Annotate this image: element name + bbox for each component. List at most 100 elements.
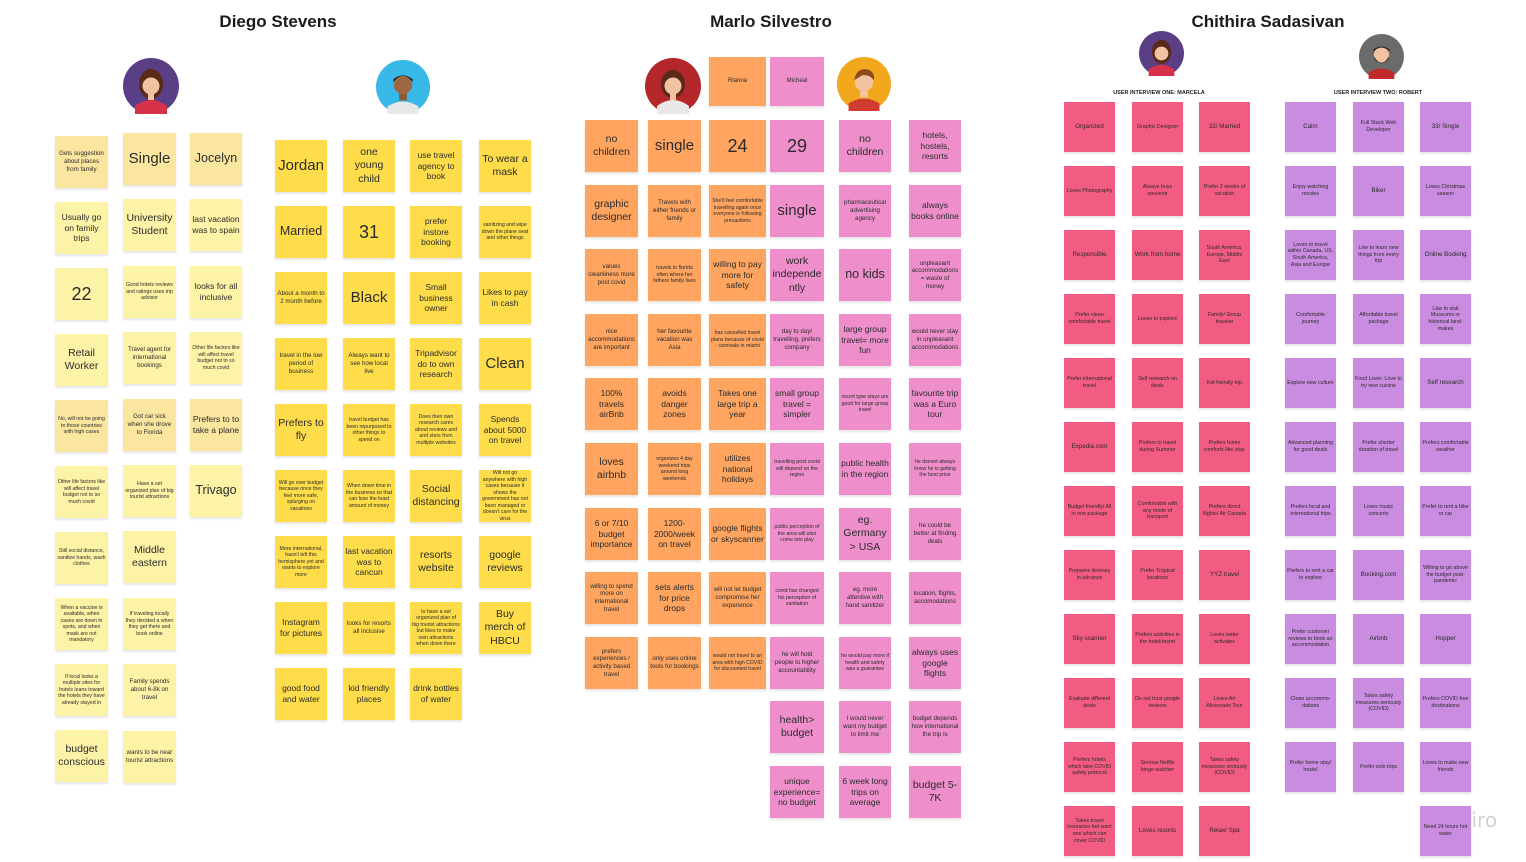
sticky-note[interactable]: Likes to pay in cash	[479, 272, 531, 324]
sticky-note[interactable]: large group travel= more fun	[839, 314, 891, 366]
sticky-note[interactable]: kid friendly places	[343, 668, 395, 720]
sticky-note[interactable]: Takes safety measures seriously (COVID)	[1353, 678, 1404, 728]
sticky-note[interactable]: Social distancing	[410, 470, 462, 522]
sticky-note[interactable]: favourite trip was a Euro tour	[909, 378, 961, 430]
sticky-note[interactable]: Prefers hotels which take COVID safety p…	[1064, 742, 1115, 792]
sticky-note[interactable]: More international, hasn't left this hem…	[275, 536, 327, 588]
sticky-note[interactable]: unpleasant accommodations = waste of mon…	[909, 249, 961, 301]
sticky-note[interactable]: her favourite vacation was Asia	[648, 314, 701, 366]
sticky-note[interactable]: willing to pay more for safety	[709, 249, 766, 301]
sticky-note[interactable]: Takes travel insurance but want one whic…	[1064, 806, 1115, 856]
sticky-note[interactable]: Prefers comfortable weather	[1420, 422, 1471, 472]
sticky-note[interactable]: day to day/ travelling, prefers company	[770, 314, 824, 366]
sticky-note[interactable]: resorts website	[410, 536, 462, 588]
sticky-note[interactable]: he will hold people to higher accountabi…	[770, 637, 824, 689]
sticky-note[interactable]: Instagram for pictures	[275, 602, 327, 654]
sticky-note[interactable]: good food and water	[275, 668, 327, 720]
sticky-note[interactable]: Always want to see how local live	[343, 338, 395, 390]
sticky-note[interactable]: Prefer customer reviews to book an accom…	[1285, 614, 1336, 664]
sticky-note[interactable]: Does their own research cares about revi…	[410, 404, 462, 456]
sticky-note[interactable]: 29	[770, 120, 824, 172]
sticky-note[interactable]: Responsible	[1064, 230, 1115, 280]
sticky-note[interactable]: If traveling locally they decided a when…	[123, 598, 176, 650]
sticky-note[interactable]: always books online	[909, 185, 961, 237]
sticky-note[interactable]: loves airbnb	[585, 443, 638, 495]
sticky-note[interactable]: last vacation was to spain	[190, 199, 242, 251]
sticky-note[interactable]: No, will not be going to those countries…	[55, 400, 108, 452]
sticky-note[interactable]: Tripadvisor do to own research	[410, 338, 462, 390]
sticky-note[interactable]: prefer instore booking	[410, 206, 462, 258]
sticky-note[interactable]: eg. Germany> USA	[839, 508, 891, 560]
sticky-note[interactable]: Loves to make new friends	[1420, 742, 1471, 792]
sticky-note[interactable]: location, flights, accomodations	[909, 572, 961, 624]
sticky-note[interactable]: Travel agent for international bookings	[123, 332, 176, 384]
sticky-note[interactable]: Black	[343, 272, 395, 324]
sticky-note[interactable]: Enjoy watching movies	[1285, 166, 1336, 216]
sticky-note[interactable]: no children	[585, 120, 638, 172]
sticky-note[interactable]: will not let budget compromise her exper…	[709, 572, 766, 624]
sticky-note[interactable]: Small business owner	[410, 272, 462, 324]
sticky-note[interactable]: South America, Europe, Middle East	[1199, 230, 1250, 280]
sticky-note[interactable]: Prefers direct flights/ Air Canada	[1199, 486, 1250, 536]
sticky-note[interactable]: travel budget has been repurposed to oth…	[343, 404, 395, 456]
sticky-note[interactable]: 32/ Married	[1199, 102, 1250, 152]
sticky-note[interactable]: would never stay in unpleasant accommoda…	[909, 314, 961, 366]
sticky-note[interactable]: travelling post covid will depend on the…	[770, 443, 824, 495]
sticky-note[interactable]: YYZ travel	[1199, 550, 1250, 600]
sticky-note[interactable]: Trivago	[190, 465, 242, 517]
sticky-note[interactable]: When a vaccine is available, when cases …	[55, 598, 108, 650]
sticky-note-rianna[interactable]: Rianna	[709, 57, 766, 106]
sticky-note[interactable]: Loves Photography	[1064, 166, 1115, 216]
sticky-note[interactable]: last vacation was to cancun	[343, 536, 395, 588]
sticky-note[interactable]: Willing to go above the budget post-pand…	[1420, 550, 1471, 600]
sticky-note[interactable]: Prefers to to take a plane	[190, 399, 242, 451]
sticky-note[interactable]: Evaluate different deals	[1064, 678, 1115, 728]
sticky-note[interactable]: he could be better at finding deals	[909, 508, 961, 560]
sticky-note[interactable]: Airbnb	[1353, 614, 1404, 664]
sticky-note[interactable]: Buy merch of HBCU	[479, 602, 531, 654]
sticky-note[interactable]: Always buys souvenir	[1132, 166, 1183, 216]
sticky-note[interactable]: Prefers home comforts like stay.	[1199, 422, 1250, 472]
sticky-note[interactable]: Family/ Group traveler	[1199, 294, 1250, 344]
sticky-note[interactable]: Graphic Designer	[1132, 102, 1183, 152]
sticky-note[interactable]: to have a set organized plan of big tour…	[410, 602, 462, 654]
sticky-note[interactable]: 1200-2000/week on travel	[648, 508, 701, 560]
sticky-note[interactable]: Prefer clean comfortable travel	[1064, 294, 1115, 344]
sticky-note[interactable]: Loves to travel within Canada, US, South…	[1285, 230, 1336, 280]
sticky-note[interactable]: Prefer international travel	[1064, 358, 1115, 408]
sticky-note[interactable]: Takes one large trip a year	[709, 378, 766, 430]
sticky-note[interactable]: Prefer shorter duration of travel	[1353, 422, 1404, 472]
sticky-note[interactable]: travels to florida often where her fathe…	[648, 249, 701, 301]
sticky-note[interactable]: Relax/ Spa	[1199, 806, 1250, 856]
sticky-note[interactable]: 31	[343, 206, 395, 258]
sticky-note[interactable]: Got car sick when she drove to Florida	[123, 399, 176, 451]
sticky-note[interactable]: Like to visit Museums or historical land…	[1420, 294, 1471, 344]
sticky-note[interactable]: would not travel to an area with high CO…	[709, 637, 766, 689]
sticky-note[interactable]: he doesnt always know he is getting the …	[909, 443, 961, 495]
sticky-note[interactable]: Affordable travel package	[1353, 294, 1404, 344]
sticky-note[interactable]: Budget friendly/ All in one package	[1064, 486, 1115, 536]
sticky-note[interactable]: eg. more attentive with hand sanitizer	[839, 572, 891, 624]
sticky-note[interactable]: resort type stays are good for large gro…	[839, 378, 891, 430]
sticky-note[interactable]: Middle eastern	[123, 531, 176, 583]
sticky-note[interactable]: wants to be near tourist attractions	[123, 731, 176, 783]
sticky-note[interactable]: 33/ Single	[1420, 102, 1471, 152]
sticky-note[interactable]: Single	[123, 133, 176, 185]
sticky-note[interactable]: he would pay more if health and safety w…	[839, 637, 891, 689]
sticky-note[interactable]: single	[770, 185, 824, 237]
sticky-note[interactable]: nice accommodations are important	[585, 314, 638, 366]
sticky-note[interactable]: Prefers local and international trips	[1285, 486, 1336, 536]
sticky-note[interactable]: Hopper	[1420, 614, 1471, 664]
sticky-note[interactable]: health> budget	[770, 701, 824, 753]
sticky-note[interactable]: Loves resorts	[1132, 806, 1183, 856]
sticky-note[interactable]: willing to spend more on international t…	[585, 572, 638, 624]
sticky-note[interactable]: Clean accommo- dations	[1285, 678, 1336, 728]
sticky-note[interactable]: only uses online tools for bookings	[648, 637, 701, 689]
sticky-note[interactable]: Prepares itinerary in advance	[1064, 550, 1115, 600]
sticky-note[interactable]: single	[648, 120, 701, 172]
sticky-note[interactable]: Other life factors like will affect trav…	[190, 332, 242, 384]
sticky-note[interactable]: 6 week long trips on average	[839, 766, 891, 818]
sticky-note[interactable]: Loves Christmas season	[1420, 166, 1471, 216]
sticky-note[interactable]: small group travel = simpler	[770, 378, 824, 430]
sticky-note[interactable]: 24	[709, 120, 766, 172]
